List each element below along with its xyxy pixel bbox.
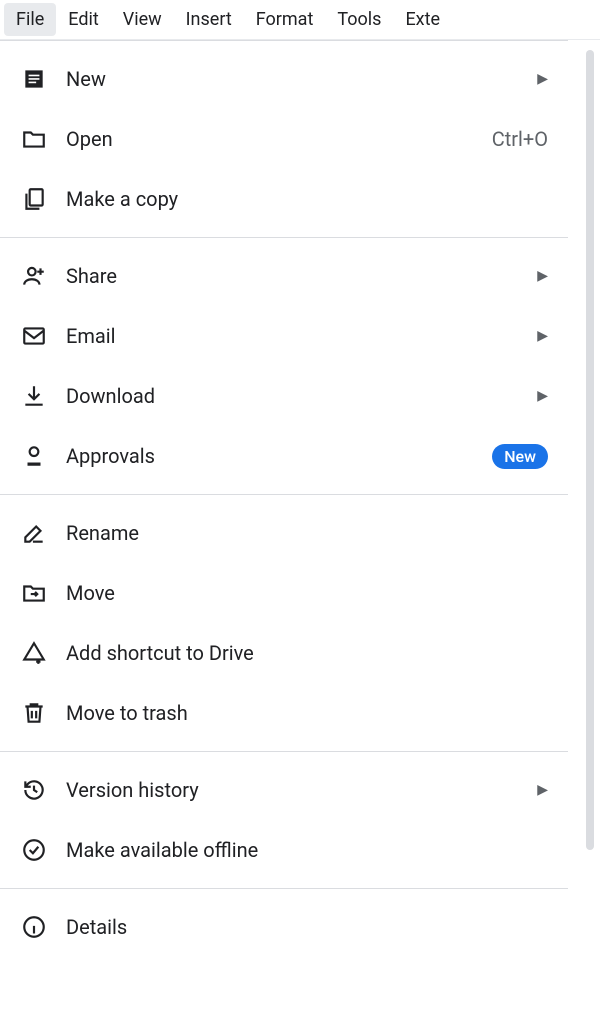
menu-item-details[interactable]: Details	[0, 897, 568, 957]
menu-view[interactable]: View	[111, 3, 174, 36]
scrollbar[interactable]	[586, 50, 594, 850]
menu-item-email[interactable]: Email ▶	[0, 306, 568, 366]
chevron-right-icon: ▶	[537, 268, 548, 284]
history-icon	[20, 776, 48, 804]
menu-item-label: New	[66, 67, 537, 91]
download-icon	[20, 382, 48, 410]
person-add-icon	[20, 262, 48, 290]
menu-item-label: Details	[66, 915, 548, 939]
info-icon	[20, 913, 48, 941]
menu-file[interactable]: File	[4, 3, 56, 36]
copy-icon	[20, 185, 48, 213]
divider	[0, 494, 568, 495]
menu-item-label: Move to trash	[66, 701, 548, 725]
folder-move-icon	[20, 579, 48, 607]
menu-item-make-a-copy[interactable]: Make a copy	[0, 169, 568, 229]
menu-item-label: Version history	[66, 778, 537, 802]
document-icon	[20, 65, 48, 93]
trash-icon	[20, 699, 48, 727]
menu-item-version-history[interactable]: Version history ▶	[0, 760, 568, 820]
menu-item-approvals[interactable]: Approvals New	[0, 426, 568, 486]
menu-tools[interactable]: Tools	[325, 3, 393, 36]
menu-item-label: Email	[66, 324, 537, 348]
menu-item-label: Make available offline	[66, 838, 548, 862]
approvals-icon	[20, 442, 48, 470]
chevron-right-icon: ▶	[537, 71, 548, 87]
menu-item-add-shortcut[interactable]: Add shortcut to Drive	[0, 623, 568, 683]
menu-item-label: Share	[66, 264, 537, 288]
menu-item-new[interactable]: New ▶	[0, 49, 568, 109]
drive-shortcut-icon	[20, 639, 48, 667]
menu-item-label: Make a copy	[66, 187, 548, 211]
divider	[0, 888, 568, 889]
menu-item-label: Add shortcut to Drive	[66, 641, 548, 665]
menu-item-label: Open	[66, 127, 492, 151]
file-dropdown: New ▶ Open Ctrl+O Make a copy Share ▶ Em…	[0, 40, 568, 965]
menu-extensions[interactable]: Exte	[393, 3, 452, 36]
menu-item-label: Rename	[66, 521, 548, 545]
email-icon	[20, 322, 48, 350]
offline-check-icon	[20, 836, 48, 864]
new-badge: New	[492, 444, 548, 469]
menu-item-open[interactable]: Open Ctrl+O	[0, 109, 568, 169]
chevron-right-icon: ▶	[537, 328, 548, 344]
chevron-right-icon: ▶	[537, 388, 548, 404]
menu-item-label: Approvals	[66, 444, 492, 468]
menu-item-download[interactable]: Download ▶	[0, 366, 568, 426]
menu-item-move[interactable]: Move	[0, 563, 568, 623]
menu-format[interactable]: Format	[244, 3, 326, 36]
menu-item-label: Move	[66, 581, 548, 605]
chevron-right-icon: ▶	[537, 782, 548, 798]
menu-item-label: Download	[66, 384, 537, 408]
folder-icon	[20, 125, 48, 153]
divider	[0, 237, 568, 238]
menubar: File Edit View Insert Format Tools Exte	[0, 0, 600, 40]
rename-icon	[20, 519, 48, 547]
menu-item-rename[interactable]: Rename	[0, 503, 568, 563]
menu-item-shortcut: Ctrl+O	[492, 127, 548, 151]
menu-insert[interactable]: Insert	[174, 3, 244, 36]
menu-item-share[interactable]: Share ▶	[0, 246, 568, 306]
menu-edit[interactable]: Edit	[56, 3, 110, 36]
menu-item-available-offline[interactable]: Make available offline	[0, 820, 568, 880]
menu-item-move-to-trash[interactable]: Move to trash	[0, 683, 568, 743]
divider	[0, 751, 568, 752]
